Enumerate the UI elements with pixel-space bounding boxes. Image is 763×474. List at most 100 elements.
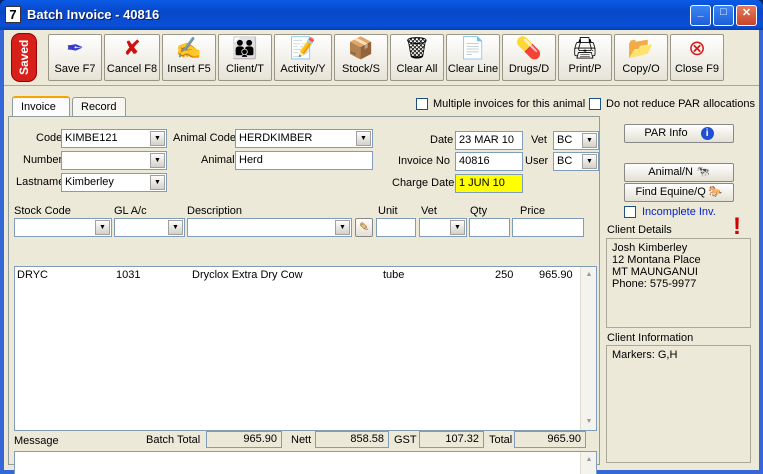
app-icon: 7 (5, 6, 21, 23)
chevron-down-icon[interactable]: ▼ (582, 154, 597, 169)
gl-input[interactable]: ▼ (114, 218, 185, 237)
client-markers: Markers: G,H (612, 349, 678, 361)
minimize-button[interactable]: _ (690, 5, 711, 26)
trash-bin-icon: 🗑 (403, 37, 431, 60)
client-area: Saved ✒ Save F7 ✘ Cancel F8 ✍ Insert F5 👪 Cl… (4, 30, 759, 474)
number-select[interactable]: ▼ (61, 151, 167, 170)
scroll-down-icon[interactable]: ▼ (582, 470, 596, 474)
title-bar[interactable]: 7 Batch Invoice - 40816 _ □ ✕ (0, 0, 763, 30)
vet-select[interactable]: BC ▼ (553, 131, 599, 150)
code-select[interactable]: KIMBE121 ▼ (61, 129, 167, 148)
chevron-down-icon[interactable]: ▼ (335, 220, 350, 235)
chevron-down-icon[interactable]: ▼ (150, 175, 165, 190)
client-information-label: Client Information (607, 332, 694, 344)
client-button[interactable]: 👪 Client/T (218, 34, 272, 81)
no-reduce-par-checkbox[interactable] (589, 98, 601, 110)
incomplete-inv-label: Incomplete Inv. (642, 206, 716, 218)
message-scrollbar[interactable]: ▲ ▼ (580, 452, 596, 474)
description-header: Description (187, 205, 243, 217)
vet-label: Vet (531, 134, 547, 146)
message-label: Message (14, 435, 59, 447)
qty-input[interactable] (469, 218, 510, 237)
list-scrollbar[interactable]: ▲ ▼ (580, 267, 596, 430)
price-input[interactable] (512, 218, 584, 237)
animal-field[interactable]: Herd (235, 151, 373, 170)
charge-date-field[interactable]: 1 JUN 10 (455, 174, 523, 193)
chevron-down-icon[interactable]: ▼ (150, 131, 165, 146)
total-value: 965.90 (514, 431, 586, 448)
vet-header: Vet (421, 205, 437, 217)
close-button[interactable]: ⊗ Close F9 (670, 34, 724, 81)
gl-header: GL A/c (114, 205, 147, 217)
animal-label: Animal (201, 154, 235, 166)
stock-button[interactable]: 📦 Stock/S (334, 34, 388, 81)
chevron-down-icon[interactable]: ▼ (450, 220, 465, 235)
client-details-label: Client Details (607, 224, 672, 236)
lastname-select[interactable]: Kimberley ▼ (61, 173, 167, 192)
window-title: Batch Invoice - 40816 (27, 7, 160, 22)
stock-code-input[interactable]: ▼ (14, 218, 112, 237)
invoice-panel: Code KIMBE121 ▼ Number ▼ Lastname Kimberl… (8, 116, 600, 474)
tab-record[interactable]: Record (72, 97, 126, 117)
animal-code-label: Animal Code (173, 132, 236, 144)
close-window-button[interactable]: ✕ (736, 5, 757, 26)
saved-badge: Saved (11, 33, 37, 82)
table-row[interactable]: DRYC 1031 Dryclox Extra Dry Cow tube 250… (15, 267, 581, 282)
scroll-up-icon[interactable]: ▲ (582, 453, 596, 467)
drugs-button[interactable]: 💊 Drugs/D (502, 34, 556, 81)
line-price: 965.90 (539, 269, 573, 281)
number-label: Number (23, 154, 63, 166)
client-address-line: 12 Montana Place (612, 254, 701, 266)
invoice-lines-list[interactable]: DRYC 1031 Dryclox Extra Dry Cow tube 250… (14, 266, 597, 431)
red-x-icon: ✘ (123, 37, 141, 60)
scroll-up-icon[interactable]: ▲ (582, 268, 596, 282)
chevron-down-icon[interactable]: ▼ (168, 220, 183, 235)
insert-button[interactable]: ✍ Insert F5 (162, 34, 216, 81)
window: 7 Batch Invoice - 40816 _ □ ✕ Saved ✒ Sav… (0, 0, 763, 474)
price-header: Price (520, 205, 546, 217)
multiple-invoices-checkbox[interactable] (416, 98, 428, 110)
activity-icon: 📝 (289, 37, 317, 60)
copy-button[interactable]: 📂 Copy/O (614, 34, 668, 81)
client-name: Josh Kimberley (612, 242, 688, 254)
invoice-no-field[interactable]: 40816 (455, 152, 523, 171)
cancel-button[interactable]: ✘ Cancel F8 (104, 34, 160, 81)
invoice-no-label: Invoice No (398, 155, 450, 167)
clear-all-button[interactable]: 🗑 Clear All (390, 34, 444, 81)
user-label: User (525, 155, 549, 167)
clear-line-button[interactable]: 📄 Clear Line (446, 34, 500, 81)
chevron-down-icon[interactable]: ▼ (150, 153, 165, 168)
clear-line-icon: 📄 (459, 37, 487, 60)
animal-code-select[interactable]: HERDKIMBER ▼ (235, 129, 373, 148)
par-info-button[interactable]: PAR Info i (624, 124, 734, 143)
horse-icon: 🐎 (708, 186, 723, 198)
date-field[interactable]: 23 MAR 10 (455, 131, 523, 150)
client-city: MT MAUNGANUI (612, 266, 698, 278)
incomplete-inv-checkbox[interactable] (624, 206, 636, 218)
description-input[interactable]: ▼ (187, 218, 352, 237)
chevron-down-icon[interactable]: ▼ (95, 220, 110, 235)
maximize-button[interactable]: □ (713, 5, 734, 26)
chevron-down-icon[interactable]: ▼ (582, 133, 597, 148)
line-stock-code: DRYC (17, 269, 48, 281)
tab-invoice[interactable]: Invoice (12, 96, 70, 117)
chevron-down-icon[interactable]: ▼ (356, 131, 371, 146)
folder-copy-icon: 📂 (627, 37, 655, 60)
find-equine-button[interactable]: Find Equine/Q 🐎 (624, 183, 734, 202)
message-textarea[interactable]: ▲ ▼ (14, 451, 597, 474)
multiple-invoices-label: Multiple invoices for this animal (433, 98, 586, 110)
animal-icon: 🐄 (695, 166, 710, 178)
user-select[interactable]: BC ▼ (553, 152, 599, 171)
right-panel: PAR Info i Animal/N 🐄 Find Equine/Q 🐎 In… (604, 116, 754, 465)
save-button[interactable]: ✒ Save F7 (48, 34, 102, 81)
print-button[interactable]: 🖨 Print/P (558, 34, 612, 81)
line-gl: 1031 (116, 269, 141, 281)
animal-button[interactable]: Animal/N 🐄 (624, 163, 734, 182)
vet-input[interactable]: ▼ (419, 218, 467, 237)
edit-pencil-icon[interactable]: ✎ (355, 218, 373, 237)
scroll-down-icon[interactable]: ▼ (582, 415, 596, 429)
batch-total-value: 965.90 (206, 431, 282, 448)
unit-input[interactable] (376, 218, 416, 237)
activity-button[interactable]: 📝 Activity/Y (274, 34, 332, 81)
batch-total-label: Batch Total (146, 434, 201, 446)
